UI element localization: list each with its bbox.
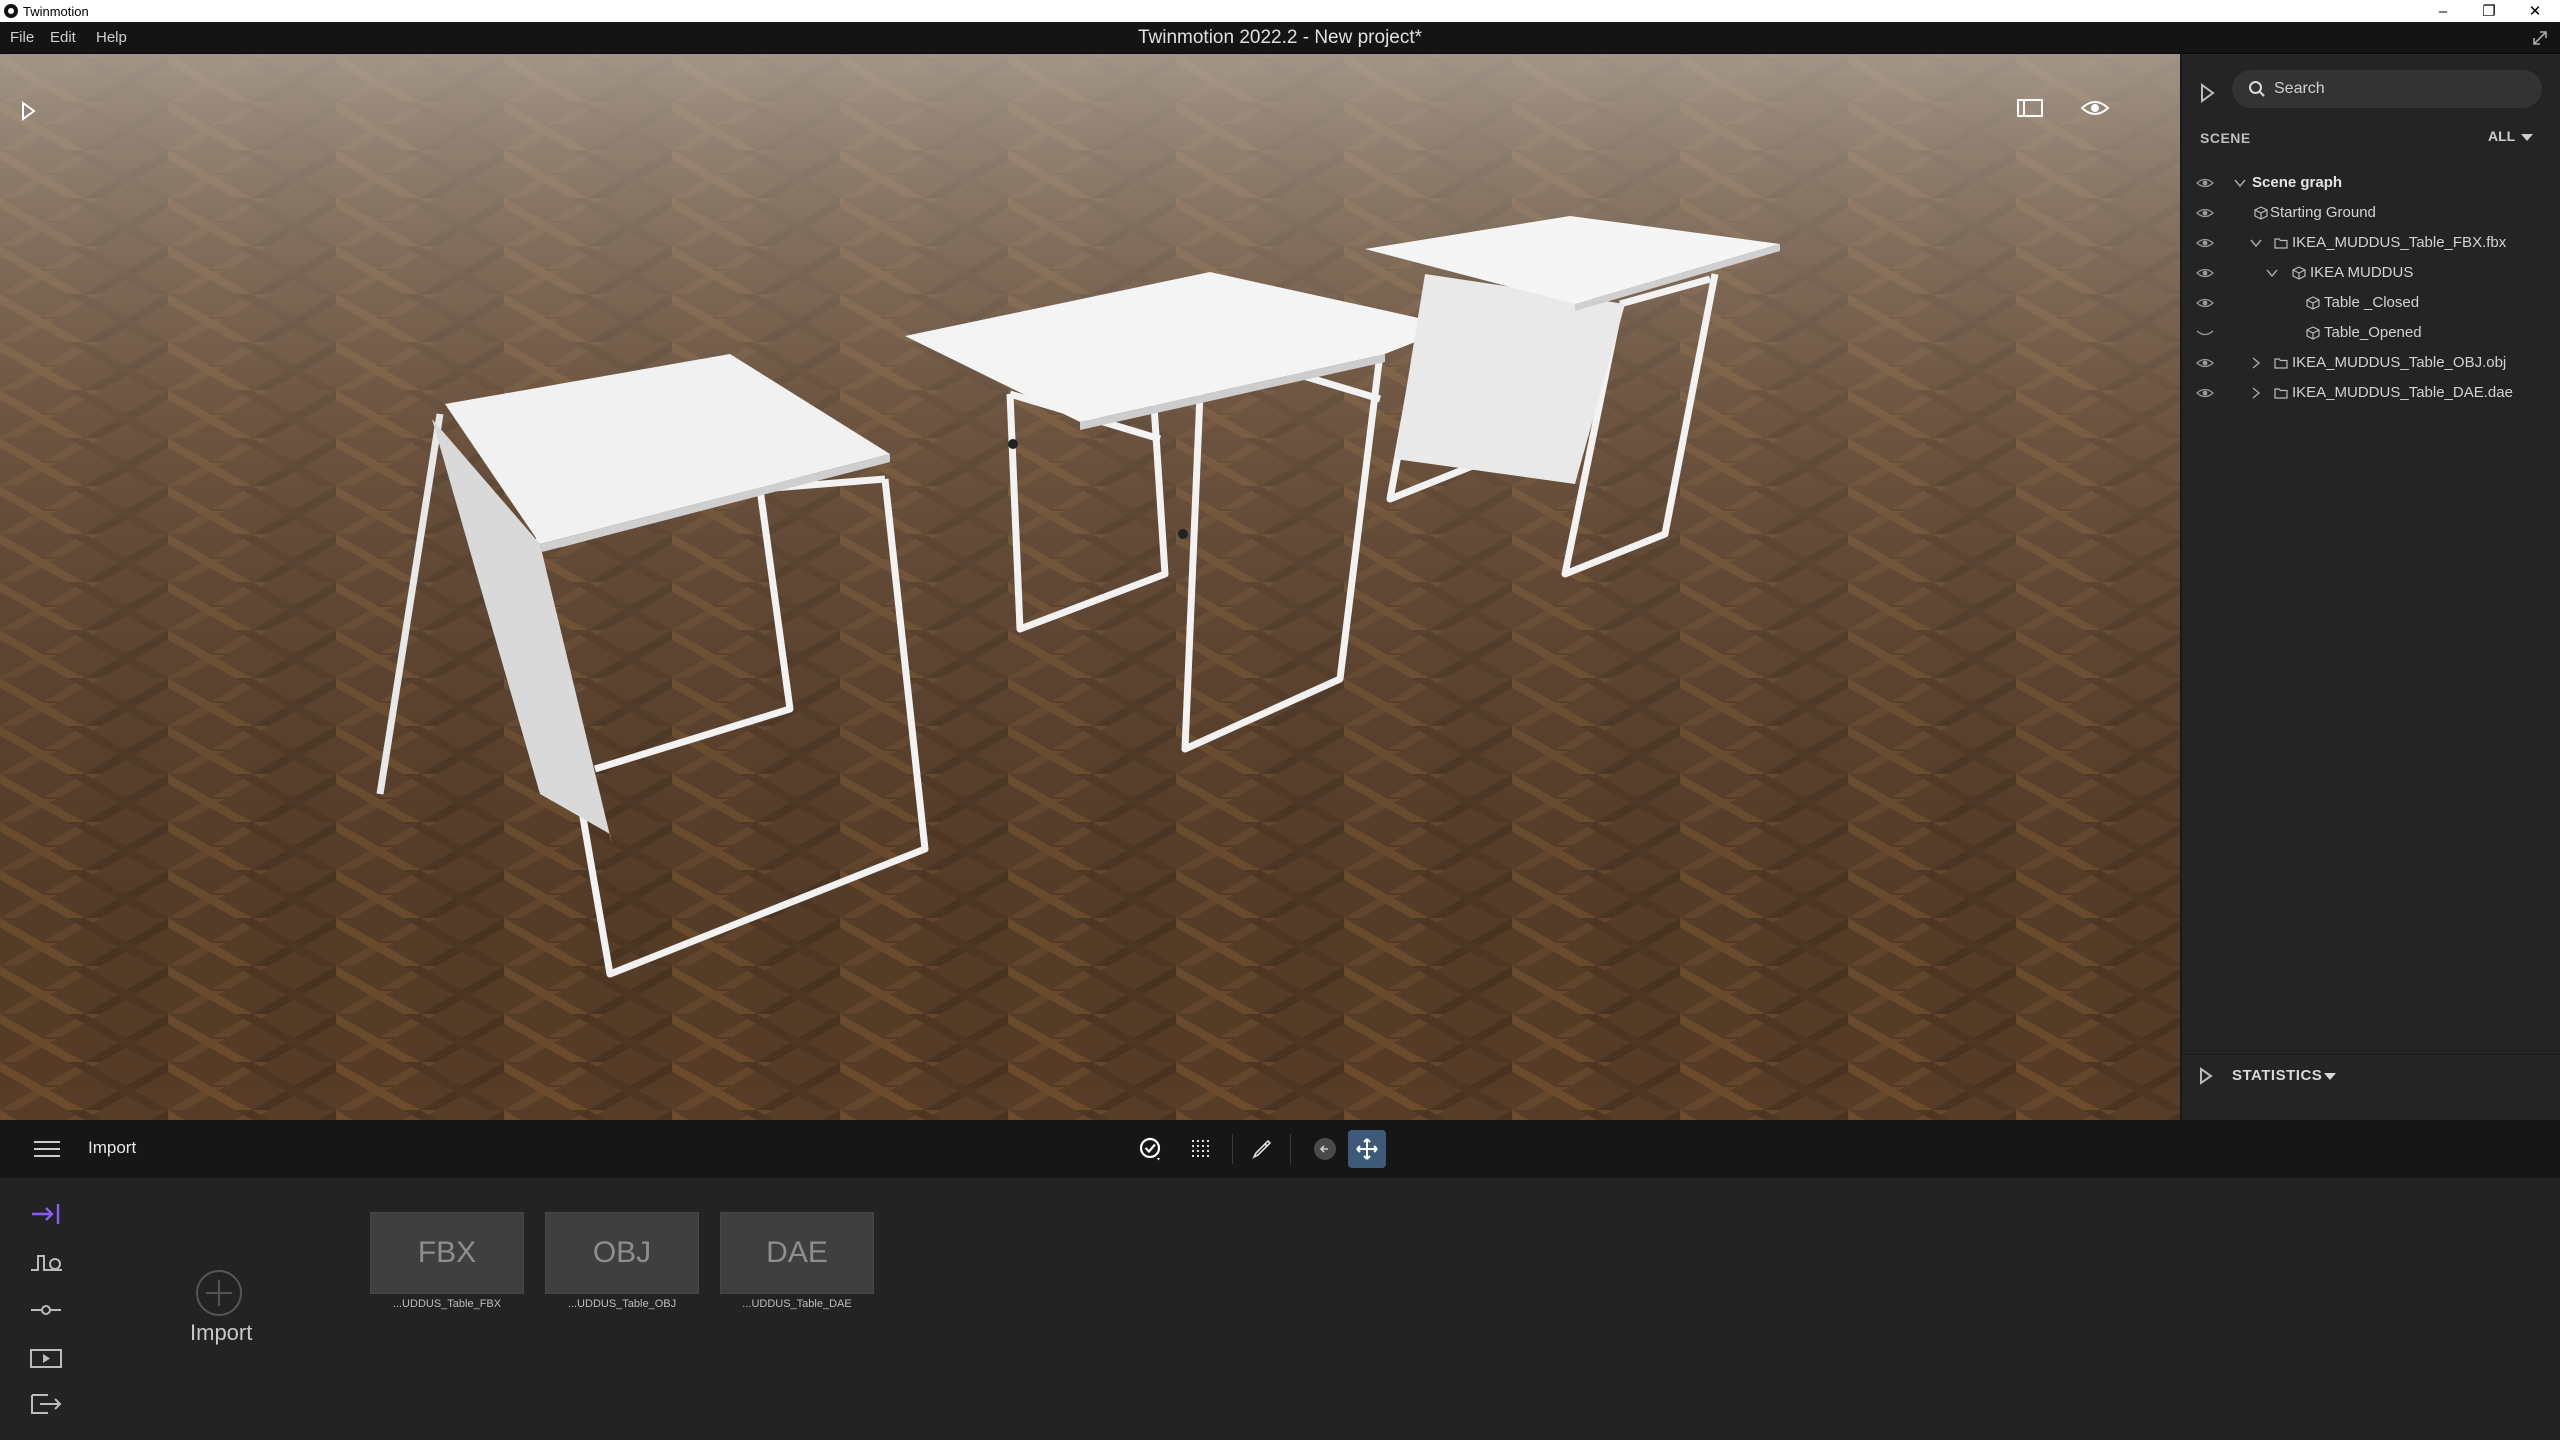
visibility-eye-icon[interactable] bbox=[2196, 296, 2214, 310]
menu-file[interactable]: File bbox=[10, 29, 34, 46]
scene-tree-label: IKEA MUDDUS bbox=[2310, 264, 2414, 281]
folder-icon bbox=[2274, 358, 2288, 369]
import-add-button[interactable] bbox=[196, 1270, 242, 1316]
restore-button[interactable]: ❐ bbox=[2466, 0, 2512, 22]
grid-snap-button[interactable] bbox=[1182, 1130, 1220, 1168]
statistics-expand-icon[interactable] bbox=[2198, 1065, 2214, 1087]
arrow-left-circle-icon bbox=[1314, 1138, 1336, 1160]
scene-tree-label: Starting Ground bbox=[2270, 204, 2376, 221]
chevron-down-icon[interactable] bbox=[2324, 1073, 2336, 1080]
menu-edit[interactable]: Edit bbox=[50, 29, 76, 46]
visibility-eye-icon[interactable] bbox=[2196, 266, 2214, 280]
folder-icon bbox=[2274, 388, 2288, 399]
os-title-bar: Twinmotion – ❐ ✕ bbox=[0, 0, 2560, 22]
chevron-down-icon[interactable] bbox=[2234, 177, 2246, 189]
bottom-toolbar: Import bbox=[0, 1120, 2560, 1178]
eyedropper-icon bbox=[1252, 1139, 1272, 1159]
chevron-down-icon[interactable] bbox=[2266, 267, 2278, 279]
scene-tree-item[interactable]: Scene graph bbox=[2182, 168, 2560, 198]
viewport-expand-icon[interactable] bbox=[18, 98, 38, 124]
asset-caption: ...UDDUS_Table_OBJ bbox=[567, 1298, 677, 1310]
folder-icon bbox=[2274, 238, 2288, 249]
grid-dots-icon bbox=[1192, 1140, 1209, 1157]
asset-format-badge: OBJ bbox=[592, 1236, 652, 1269]
view-eye-icon[interactable] bbox=[2080, 96, 2110, 120]
toolbar-title: Import bbox=[88, 1138, 137, 1157]
3d-viewport[interactable] bbox=[0, 54, 2180, 1120]
viewport-render bbox=[0, 54, 2180, 1120]
object-cube-icon bbox=[2292, 266, 2306, 280]
chevron-down-icon bbox=[2521, 133, 2534, 141]
fullscreen-icon[interactable] bbox=[2530, 28, 2550, 48]
object-cube-icon bbox=[2306, 296, 2320, 310]
asset-card-obj[interactable]: OBJ bbox=[545, 1212, 699, 1294]
os-app-name: Twinmotion bbox=[23, 4, 89, 19]
select-tool-button[interactable] bbox=[1132, 1130, 1170, 1168]
scene-tree-item[interactable]: Starting Ground bbox=[2182, 198, 2560, 228]
asset-format-badge: DAE bbox=[766, 1236, 828, 1269]
visibility-eye-icon[interactable] bbox=[2196, 236, 2214, 250]
eyedropper-button[interactable] bbox=[1243, 1130, 1281, 1168]
import-label[interactable]: Import bbox=[190, 1320, 252, 1346]
move-tool-button[interactable] bbox=[1348, 1130, 1386, 1168]
back-tool-button[interactable] bbox=[1306, 1130, 1344, 1168]
scene-tree-label: Scene graph bbox=[2252, 174, 2343, 191]
hidden-eye-icon[interactable] bbox=[2196, 326, 2214, 340]
visibility-eye-icon[interactable] bbox=[2196, 176, 2214, 190]
search-icon bbox=[2249, 81, 2265, 97]
asset-card-dae[interactable]: DAE bbox=[720, 1212, 874, 1294]
menu-bar: Twinmotion 2022.2 - New project* File Ed… bbox=[0, 22, 2560, 54]
asset-caption: ...UDDUS_Table_DAE bbox=[742, 1298, 852, 1310]
close-button[interactable]: ✕ bbox=[2512, 0, 2558, 22]
statistics-label: STATISTICS bbox=[2232, 1067, 2323, 1084]
scene-tree-label: Table _Closed bbox=[2324, 294, 2420, 311]
export-tab-icon[interactable] bbox=[28, 1390, 64, 1418]
twinmotion-logo-icon bbox=[4, 4, 18, 18]
import-tab-icon[interactable] bbox=[28, 1200, 64, 1228]
chevron-down-icon[interactable] bbox=[2250, 237, 2262, 249]
object-cube-icon bbox=[2254, 206, 2268, 220]
toolbar-divider bbox=[1290, 1134, 1291, 1164]
menu-help[interactable]: Help bbox=[96, 29, 127, 46]
scene-tree-label: IKEA_MUDDUS_Table_OBJ.obj bbox=[2292, 354, 2507, 371]
chevron-right-icon[interactable] bbox=[2250, 357, 2262, 369]
scene-tree-label: IKEA_MUDDUS_Table_DAE.dae bbox=[2292, 384, 2513, 401]
scene-tree-item[interactable]: Table _Closed bbox=[2182, 288, 2560, 318]
search-input[interactable] bbox=[2274, 78, 2524, 100]
check-circle-icon bbox=[1139, 1137, 1161, 1161]
frame-layout-icon[interactable] bbox=[2016, 97, 2044, 119]
statistics-bar[interactable]: STATISTICS bbox=[2182, 1054, 2560, 1094]
scene-filter-dropdown[interactable]: ALL bbox=[2488, 128, 2534, 144]
scene-tree-label: Table_Opened bbox=[2324, 324, 2422, 341]
asset-format-badge: FBX bbox=[417, 1236, 477, 1269]
visibility-eye-icon[interactable] bbox=[2196, 386, 2214, 400]
scene-tree-item[interactable]: IKEA_MUDDUS_Table_OBJ.obj bbox=[2182, 348, 2560, 378]
visibility-eye-icon[interactable] bbox=[2196, 206, 2214, 220]
landscape-tab-icon[interactable] bbox=[28, 1248, 64, 1276]
path-tab-icon[interactable] bbox=[28, 1296, 64, 1324]
toolbar-divider bbox=[1232, 1134, 1233, 1164]
asset-card-fbx[interactable]: FBX bbox=[370, 1212, 524, 1294]
scene-tree-item[interactable]: IKEA_MUDDUS_Table_DAE.dae bbox=[2182, 378, 2560, 408]
scene-tree-item[interactable]: Table_Opened bbox=[2182, 318, 2560, 348]
scene-tree-label: IKEA_MUDDUS_Table_FBX.fbx bbox=[2292, 234, 2507, 251]
scene-panel: SCENE ALL Scene graph Starting Ground IKEA… bbox=[2180, 54, 2560, 1120]
asset-caption: ...UDDUS_Table_FBX bbox=[392, 1298, 502, 1310]
scene-tree-item[interactable]: IKEA MUDDUS bbox=[2182, 258, 2560, 288]
hamburger-menu-icon[interactable] bbox=[32, 1138, 62, 1160]
import-dock: Import FBX ...UDDUS_Table_FBX OBJ ...UDD… bbox=[0, 1178, 2560, 1440]
scene-tree-item[interactable]: IKEA_MUDDUS_Table_FBX.fbx bbox=[2182, 228, 2560, 258]
search-box[interactable] bbox=[2232, 70, 2542, 108]
object-cube-icon bbox=[2306, 326, 2320, 340]
visibility-eye-icon[interactable] bbox=[2196, 356, 2214, 370]
panel-collapse-icon[interactable] bbox=[2198, 80, 2216, 106]
window-title: Twinmotion 2022.2 - New project* bbox=[1137, 27, 1423, 48]
minimize-button[interactable]: – bbox=[2420, 0, 2466, 22]
move-arrows-icon bbox=[1356, 1138, 1378, 1160]
scene-filter-value: ALL bbox=[2488, 128, 2516, 144]
chevron-right-icon[interactable] bbox=[2250, 387, 2262, 399]
media-tab-icon[interactable] bbox=[28, 1344, 64, 1372]
scene-section-label: SCENE bbox=[2200, 130, 2251, 146]
